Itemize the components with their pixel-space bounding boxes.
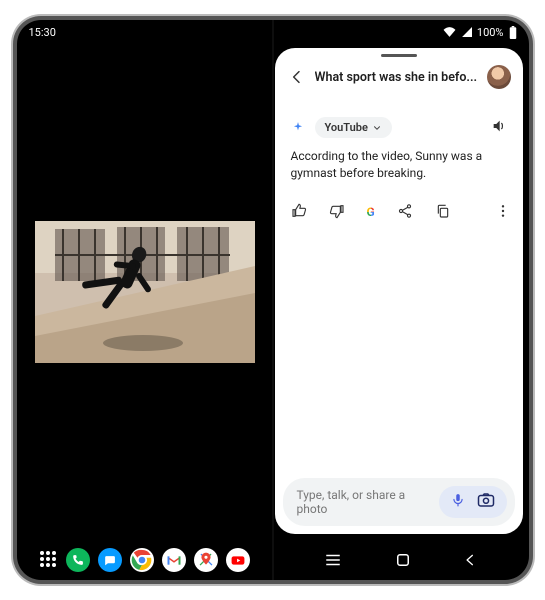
assistant-panel: What sport was she in befo... YouTube (275, 48, 523, 534)
user-avatar[interactable] (487, 65, 511, 89)
chip-row: YouTube (291, 117, 507, 138)
assistant-answer: According to the video, Sunny was a gymn… (291, 148, 507, 183)
apps-button[interactable] (40, 551, 58, 569)
action-row: G (291, 203, 507, 222)
input-actions-pill (439, 486, 507, 518)
youtube-app-icon[interactable] (226, 548, 250, 572)
wifi-icon (443, 27, 456, 37)
status-right: 100% (443, 26, 517, 39)
camera-button[interactable] (477, 492, 495, 512)
phone-app-icon[interactable] (66, 548, 90, 572)
panel-body: YouTube According to the video, Sunny wa… (275, 101, 523, 470)
nav-back-button[interactable] (463, 552, 477, 568)
query-title: What sport was she in befo... (315, 70, 479, 85)
share-button[interactable] (397, 203, 413, 222)
split-content: What sport was she in befo... YouTube (17, 44, 529, 540)
battery-text: 100% (477, 26, 504, 39)
volume-button[interactable] (491, 118, 507, 137)
input-placeholder: Type, talk, or share a photo (297, 488, 431, 516)
nav-recents-button[interactable] (324, 553, 342, 567)
video-frame[interactable] (35, 221, 255, 363)
thumbs-up-button[interactable] (291, 203, 307, 222)
google-search-button[interactable]: G (367, 204, 375, 220)
signal-icon (461, 27, 472, 37)
battery-icon (509, 26, 517, 39)
source-chip-label: YouTube (325, 121, 368, 134)
nav-home-button[interactable] (394, 551, 412, 569)
drag-handle[interactable] (381, 54, 417, 57)
source-chip[interactable]: YouTube (315, 117, 392, 138)
copy-button[interactable] (435, 203, 451, 222)
maps-app-icon[interactable] (194, 548, 218, 572)
more-button[interactable] (495, 203, 511, 222)
dock (17, 548, 273, 572)
nav-bar (17, 540, 529, 580)
assistant-pane: What sport was she in befo... YouTube (273, 44, 529, 540)
status-bar: 15:30 100% (17, 20, 529, 44)
panel-header: What sport was she in befo... (275, 59, 523, 101)
mic-button[interactable] (451, 492, 465, 512)
system-nav (273, 551, 529, 569)
thumbs-down-button[interactable] (329, 203, 345, 222)
clock-text: 15:30 (29, 26, 56, 39)
chrome-app-icon[interactable] (130, 548, 154, 572)
back-button[interactable] (287, 67, 307, 87)
messages-app-icon[interactable] (98, 548, 122, 572)
input-bar[interactable]: Type, talk, or share a photo (283, 478, 515, 526)
gmail-app-icon[interactable] (162, 548, 186, 572)
chevron-down-icon (372, 123, 382, 133)
device-frame: 15:30 100% (17, 20, 529, 580)
video-pane (17, 44, 273, 540)
sparkle-icon (291, 121, 305, 135)
